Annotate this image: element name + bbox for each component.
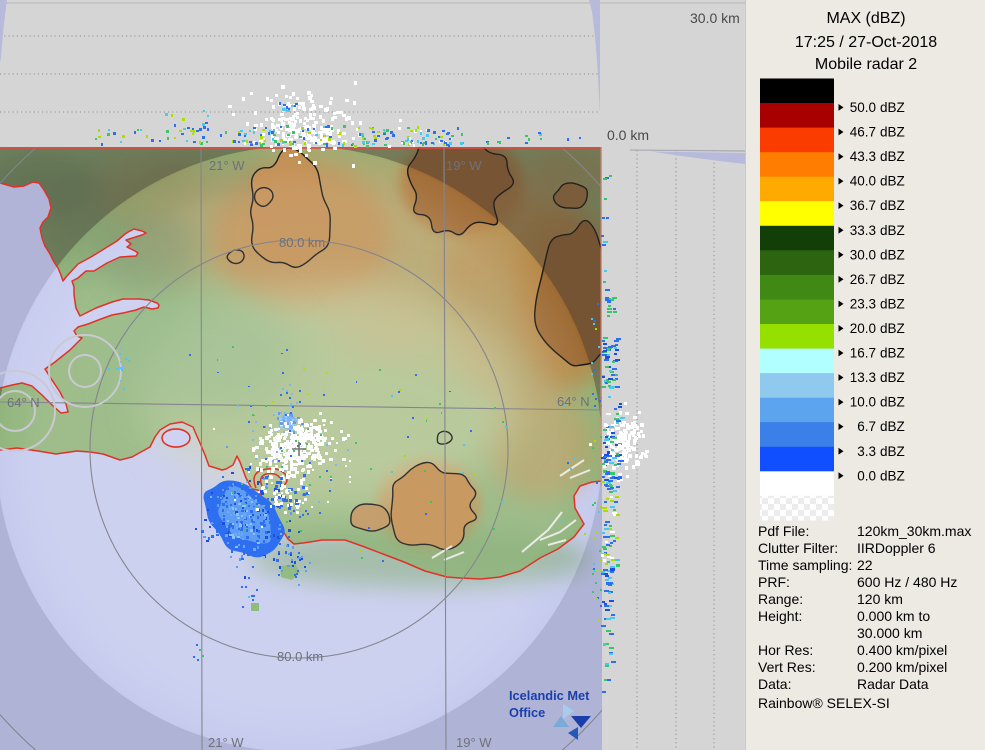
svg-text:30.000 km: 30.000 km bbox=[857, 625, 922, 641]
svg-text:Time sampling:: Time sampling: bbox=[758, 557, 852, 573]
svg-text:120 km: 120 km bbox=[857, 591, 903, 607]
svg-text:Mobile radar 2: Mobile radar 2 bbox=[815, 56, 917, 73]
svg-text:MAX (dBZ): MAX (dBZ) bbox=[826, 10, 905, 27]
svg-text:dBZ: dBZ bbox=[880, 370, 905, 385]
svg-text:30.0 km: 30.0 km bbox=[690, 10, 740, 26]
svg-text:50.0: 50.0 bbox=[850, 100, 876, 115]
svg-text:10.0: 10.0 bbox=[850, 395, 876, 410]
svg-text:36.7: 36.7 bbox=[850, 198, 876, 213]
svg-text:0.0: 0.0 bbox=[857, 468, 876, 483]
svg-text:30.0: 30.0 bbox=[850, 247, 876, 262]
svg-text:600 Hz / 480 Hz: 600 Hz / 480 Hz bbox=[857, 574, 957, 590]
svg-text:dBZ: dBZ bbox=[880, 198, 905, 213]
svg-text:20.0: 20.0 bbox=[850, 321, 876, 336]
svg-text:Data:: Data: bbox=[758, 676, 791, 692]
svg-text:21° W: 21° W bbox=[208, 735, 244, 750]
svg-text:6.7: 6.7 bbox=[857, 419, 876, 434]
svg-text:dBZ: dBZ bbox=[880, 125, 905, 140]
svg-text:dBZ: dBZ bbox=[880, 247, 905, 262]
svg-text:19° W: 19° W bbox=[456, 735, 492, 750]
svg-text:Rainbow® SELEX-SI: Rainbow® SELEX-SI bbox=[758, 695, 890, 711]
svg-text:dBZ: dBZ bbox=[880, 297, 905, 312]
svg-text:dBZ: dBZ bbox=[880, 346, 905, 361]
svg-text:17:25 / 27-Oct-2018: 17:25 / 27-Oct-2018 bbox=[795, 34, 937, 51]
svg-text:Vert Res:: Vert Res: bbox=[758, 659, 816, 675]
svg-text:Height:: Height: bbox=[758, 608, 802, 624]
svg-text:22: 22 bbox=[857, 557, 873, 573]
svg-text:dBZ: dBZ bbox=[880, 100, 905, 115]
svg-text:IIRDoppler 6: IIRDoppler 6 bbox=[857, 540, 936, 556]
svg-text:dBZ: dBZ bbox=[880, 272, 905, 287]
svg-text:PRF:: PRF: bbox=[758, 574, 790, 590]
svg-text:80.0 km: 80.0 km bbox=[279, 235, 325, 250]
svg-text:13.3: 13.3 bbox=[850, 370, 876, 385]
svg-text:26.7: 26.7 bbox=[850, 272, 876, 287]
svg-text:dBZ: dBZ bbox=[880, 321, 905, 336]
svg-text:Icelandic Met: Icelandic Met bbox=[509, 688, 590, 703]
svg-text:dBZ: dBZ bbox=[880, 468, 905, 483]
svg-text:Range:: Range: bbox=[758, 591, 803, 607]
svg-text:Pdf File:: Pdf File: bbox=[758, 523, 809, 539]
svg-text:43.3: 43.3 bbox=[850, 149, 876, 164]
svg-text:21° W: 21° W bbox=[209, 158, 245, 173]
svg-text:64° N: 64° N bbox=[557, 394, 590, 409]
svg-text:dBZ: dBZ bbox=[880, 395, 905, 410]
svg-text:Radar Data: Radar Data bbox=[857, 676, 929, 692]
svg-text:dBZ: dBZ bbox=[880, 174, 905, 189]
svg-text:Hor Res:: Hor Res: bbox=[758, 642, 813, 658]
svg-text:3.3: 3.3 bbox=[857, 444, 876, 459]
svg-text:40.0: 40.0 bbox=[850, 174, 876, 189]
svg-text:0.400 km/pixel: 0.400 km/pixel bbox=[857, 642, 947, 658]
svg-text:80.0 km: 80.0 km bbox=[277, 649, 323, 664]
svg-text:dBZ: dBZ bbox=[880, 444, 905, 459]
svg-text:120km_30km.max: 120km_30km.max bbox=[857, 523, 971, 539]
svg-text:0.200 km/pixel: 0.200 km/pixel bbox=[857, 659, 947, 675]
svg-text:19° W: 19° W bbox=[446, 158, 482, 173]
svg-text:46.7: 46.7 bbox=[850, 125, 876, 140]
svg-text:Office: Office bbox=[509, 705, 545, 720]
svg-text:64° N: 64° N bbox=[7, 395, 40, 410]
svg-text:23.3: 23.3 bbox=[850, 297, 876, 312]
svg-text:dBZ: dBZ bbox=[880, 149, 905, 164]
svg-text:33.3: 33.3 bbox=[850, 223, 876, 238]
svg-text:Clutter Filter:: Clutter Filter: bbox=[758, 540, 838, 556]
svg-text:16.7: 16.7 bbox=[850, 346, 876, 361]
svg-text:0.0 km: 0.0 km bbox=[607, 127, 649, 143]
svg-text:dBZ: dBZ bbox=[880, 223, 905, 238]
svg-text:dBZ: dBZ bbox=[880, 419, 905, 434]
svg-text:0.000 km to: 0.000 km to bbox=[857, 608, 930, 624]
